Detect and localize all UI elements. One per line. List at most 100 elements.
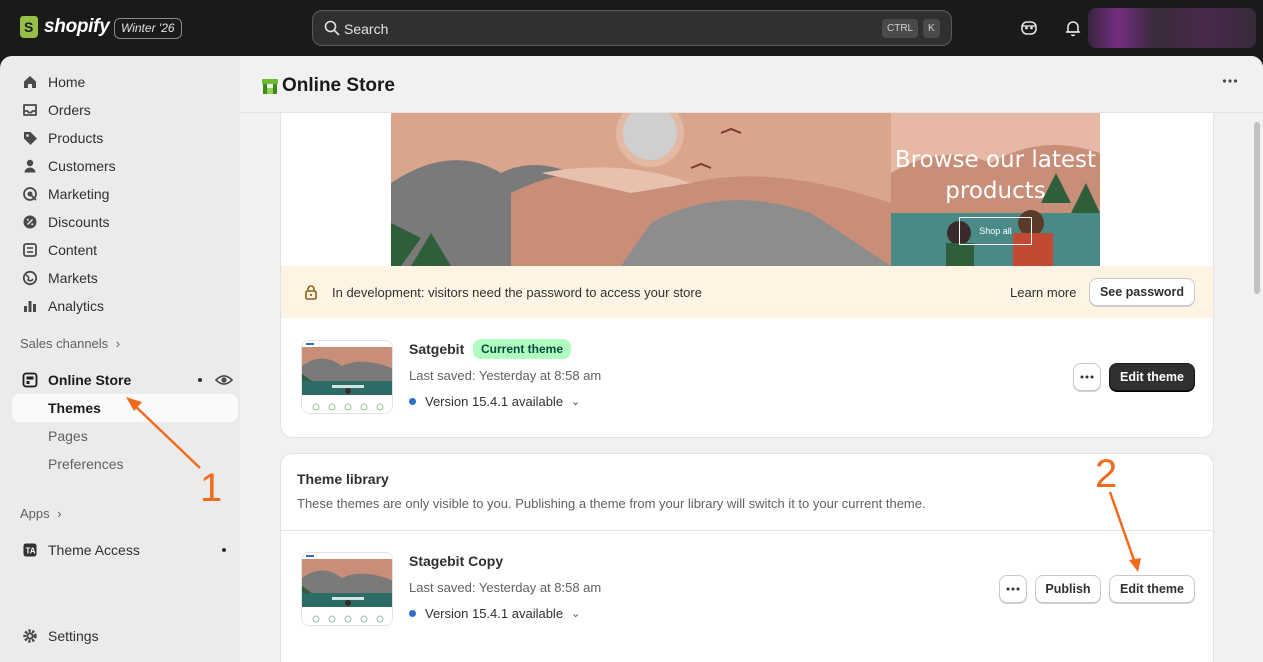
person-icon xyxy=(20,156,40,176)
theme-thumbnail-image xyxy=(302,553,392,625)
sidebar-item-products[interactable]: Products xyxy=(12,124,238,152)
chevron-down-icon: ⌄ xyxy=(571,396,581,408)
sales-channels-header[interactable]: Sales channels › xyxy=(20,336,120,351)
preview-shop-all-button: Shop all xyxy=(959,217,1032,245)
orders-icon xyxy=(20,100,40,120)
sidebar-item-discounts[interactable]: Discounts xyxy=(12,208,238,236)
target-icon xyxy=(20,184,40,204)
sidebar-item-home[interactable]: Home xyxy=(12,68,238,96)
current-theme-card: Browse our latest products Shop all In d… xyxy=(280,113,1214,438)
library-theme-version[interactable]: Version 15.4.1 available ⌄ xyxy=(409,606,580,621)
sidebar-item-label: Products xyxy=(48,130,104,146)
discount-icon xyxy=(20,212,40,232)
shortcut-ctrl-key: CTRL xyxy=(882,19,919,38)
brand-name: shopify xyxy=(44,16,110,37)
shopify-logo[interactable]: shopify xyxy=(20,16,110,38)
sidebar-item-label: Home xyxy=(48,74,86,90)
sidebar-item-label: Settings xyxy=(48,628,99,644)
sidebar-item-label: Content xyxy=(48,242,98,258)
gear-icon xyxy=(20,626,40,646)
content-icon xyxy=(20,240,40,260)
home-icon xyxy=(20,72,40,92)
globe-icon xyxy=(20,268,40,288)
version-label: Version 15.4.1 available xyxy=(425,394,564,409)
apps-label: Apps xyxy=(20,506,50,521)
sidebar-item-online-store[interactable]: Online Store xyxy=(12,366,238,394)
preview-headline-line1: Browse our latest xyxy=(894,147,1097,173)
version-label: Version 15.4.1 available xyxy=(425,606,564,621)
update-dot xyxy=(409,610,416,617)
theme-library-card: Theme library These themes are only visi… xyxy=(280,453,1214,662)
preview-headline: Browse our latest products xyxy=(891,145,1100,207)
sidebar-item-markets[interactable]: Markets xyxy=(12,264,238,292)
sidebar-item-pages[interactable]: Pages xyxy=(12,422,238,450)
sidebar-item-themes[interactable]: Themes xyxy=(12,394,238,422)
sidebar-item-label: Orders xyxy=(48,102,91,118)
chart-icon xyxy=(20,296,40,316)
edition-badge[interactable]: Winter '26 xyxy=(114,18,182,39)
top-bar: shopify Winter '26 Search CTRL K xyxy=(0,0,1263,56)
chevron-down-icon: ⌄ xyxy=(571,608,581,620)
sidebar-item-label: Pages xyxy=(48,428,88,444)
tag-icon xyxy=(20,128,40,148)
search-icon xyxy=(324,20,340,36)
sidebar-item-label: Themes xyxy=(48,400,101,416)
search-placeholder: Search xyxy=(344,21,389,37)
theme-library-description: These themes are only visible to you. Pu… xyxy=(297,496,926,511)
current-theme-name: Satgebit xyxy=(409,341,465,357)
current-theme-badge: Current theme xyxy=(473,339,572,359)
learn-more-link[interactable]: Learn more xyxy=(1010,285,1076,300)
library-theme-more-button[interactable] xyxy=(999,575,1027,603)
account-menu[interactable] xyxy=(1088,8,1256,48)
sidebar: Home Orders Products Customers Marketing… xyxy=(0,56,240,662)
banner-message: In development: visitors need the passwo… xyxy=(332,285,702,300)
sidebar-item-content[interactable]: Content xyxy=(12,236,238,264)
current-theme-more-button[interactable] xyxy=(1073,363,1101,391)
publish-button[interactable]: Publish xyxy=(1035,575,1101,603)
more-horizontal-icon xyxy=(1080,375,1094,379)
divider xyxy=(281,530,1213,531)
chevron-right-icon: › xyxy=(115,336,121,351)
search-bar[interactable]: Search CTRL K xyxy=(312,10,952,46)
page-header: Online Store xyxy=(240,56,1263,113)
eye-icon[interactable] xyxy=(215,373,233,387)
development-banner: In development: visitors need the passwo… xyxy=(281,266,1213,318)
sidebar-item-settings[interactable]: Settings xyxy=(12,622,238,650)
online-store-icon xyxy=(262,79,278,94)
theme-access-icon: TA xyxy=(20,540,40,560)
sidebar-item-label: Analytics xyxy=(48,298,105,314)
apps-header[interactable]: Apps › xyxy=(20,506,62,521)
sidebar-item-label: Markets xyxy=(48,270,98,286)
more-actions-icon[interactable] xyxy=(1222,78,1238,84)
current-theme-thumbnail[interactable] xyxy=(301,340,393,414)
sidebar-item-analytics[interactable]: Analytics xyxy=(12,292,238,320)
sidebar-item-orders[interactable]: Orders xyxy=(12,96,238,124)
shortcut-k-key: K xyxy=(923,19,940,38)
scrollbar-thumb[interactable] xyxy=(1254,122,1260,294)
library-theme-last-saved: Last saved: Yesterday at 8:58 am xyxy=(409,580,602,595)
current-theme-edit-button[interactable]: Edit theme xyxy=(1109,363,1195,391)
library-theme-name: Stagebit Copy xyxy=(409,553,504,569)
svg-text:TA: TA xyxy=(26,547,36,556)
sidebar-item-marketing[interactable]: Marketing xyxy=(12,180,238,208)
sidebar-item-customers[interactable]: Customers xyxy=(12,152,238,180)
more-horizontal-icon xyxy=(1006,587,1020,591)
sidebar-item-label: Online Store xyxy=(48,372,132,388)
sidebar-item-label: Discounts xyxy=(48,214,110,230)
theme-preview[interactable]: Browse our latest products Shop all xyxy=(391,113,1100,266)
sidebar-item-theme-access[interactable]: TA Theme Access xyxy=(12,536,238,564)
unsaved-dot xyxy=(198,378,202,382)
page-title: Online Store xyxy=(282,75,395,96)
library-theme-thumbnail[interactable] xyxy=(301,552,393,626)
see-password-button[interactable]: See password xyxy=(1089,278,1195,306)
theme-thumbnail-image xyxy=(302,341,392,413)
current-theme-version[interactable]: Version 15.4.1 available ⌄ xyxy=(409,394,580,409)
sidekick-icon[interactable] xyxy=(1019,18,1039,38)
theme-library-title: Theme library xyxy=(297,471,389,487)
annotation-marker-2: 2 xyxy=(1095,452,1118,496)
main-content: Online Store Browse our latest products … xyxy=(240,56,1263,662)
status-dot xyxy=(222,548,226,552)
current-theme-last-saved: Last saved: Yesterday at 8:58 am xyxy=(409,368,602,383)
library-theme-edit-button[interactable]: Edit theme xyxy=(1109,575,1195,603)
bell-icon[interactable] xyxy=(1063,18,1083,38)
